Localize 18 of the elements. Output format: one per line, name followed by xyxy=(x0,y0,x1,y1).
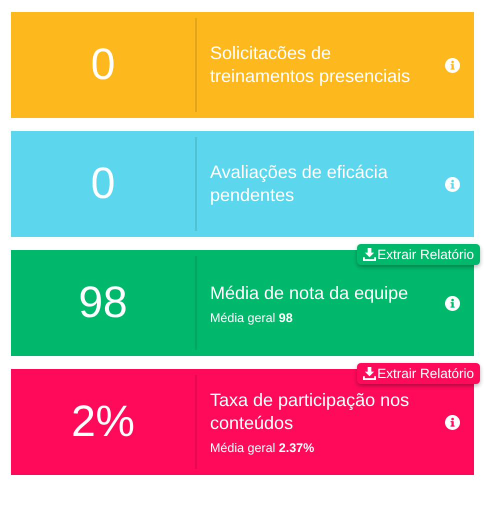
export-report-button[interactable]: Extrair Relatório xyxy=(357,244,480,265)
stat-value: 98 xyxy=(78,277,128,329)
info-icon[interactable] xyxy=(445,58,460,73)
stat-title: Taxa de participação nos conteúdos xyxy=(210,389,410,435)
info-icon[interactable] xyxy=(445,296,460,311)
stat-value: 2% xyxy=(70,396,136,448)
export-report-button[interactable]: Extrair Relatório xyxy=(357,363,480,384)
stat-title: Avaliações de eficácia pendentes xyxy=(210,161,389,207)
stat-title: Solicitacões de treinamentos presenciais xyxy=(210,42,412,88)
stat-subtitle: Média geral 2.37% xyxy=(210,441,316,455)
stat-title: Média de nota da equipe xyxy=(210,282,410,304)
stat-subtitle: Média geral 98 xyxy=(210,310,294,324)
info-icon[interactable] xyxy=(445,415,460,430)
download-icon xyxy=(363,248,376,261)
stat-value: 0 xyxy=(90,39,116,91)
stat-value: 0 xyxy=(90,158,116,210)
info-icon[interactable] xyxy=(445,177,460,192)
download-icon xyxy=(363,367,376,380)
